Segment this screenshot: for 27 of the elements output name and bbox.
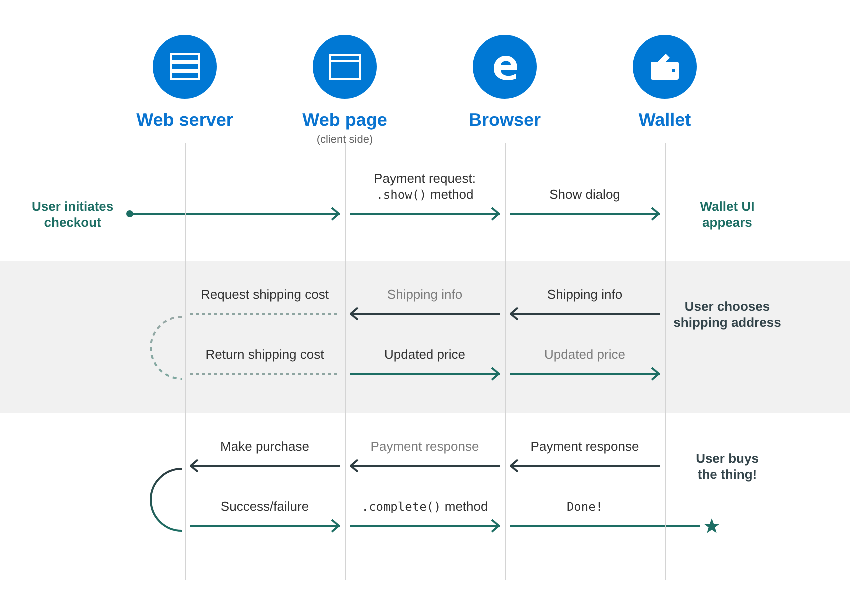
server-icon: [170, 53, 200, 81]
message-label: Done!: [566, 499, 604, 515]
message-label: Return shipping cost: [206, 347, 324, 363]
lane-title: Web page: [302, 109, 388, 131]
message-label: Shipping info: [387, 287, 463, 303]
message-label: Payment request: .show() method: [374, 171, 476, 203]
message-label: .complete() method: [362, 499, 488, 515]
lane-title: Wallet: [638, 109, 692, 131]
step-note: User initiates checkout: [32, 199, 114, 231]
message-label: Make purchase: [220, 439, 310, 455]
message-label: Show dialog: [550, 187, 620, 203]
window-icon: [329, 54, 361, 80]
star-icon: [704, 518, 720, 534]
lane-subtitle: (client side): [316, 133, 374, 147]
lane-title: Browser: [468, 109, 542, 131]
message-label: Updated price: [544, 347, 626, 363]
step-note: User chooses shipping address: [674, 299, 782, 331]
message-label: Updated price: [384, 347, 466, 363]
message-label: Shipping info: [547, 287, 623, 303]
message-label: Success/failure: [220, 499, 310, 515]
step-note: Wallet UI appears: [700, 199, 755, 231]
step-note: User buys the thing!: [696, 451, 759, 483]
message-label: Payment response: [530, 439, 640, 455]
message-label: Payment response: [370, 439, 480, 455]
lane-title: Web server: [136, 109, 234, 131]
message-label: Request shipping cost: [201, 287, 329, 303]
wallet-icon: [649, 53, 681, 81]
